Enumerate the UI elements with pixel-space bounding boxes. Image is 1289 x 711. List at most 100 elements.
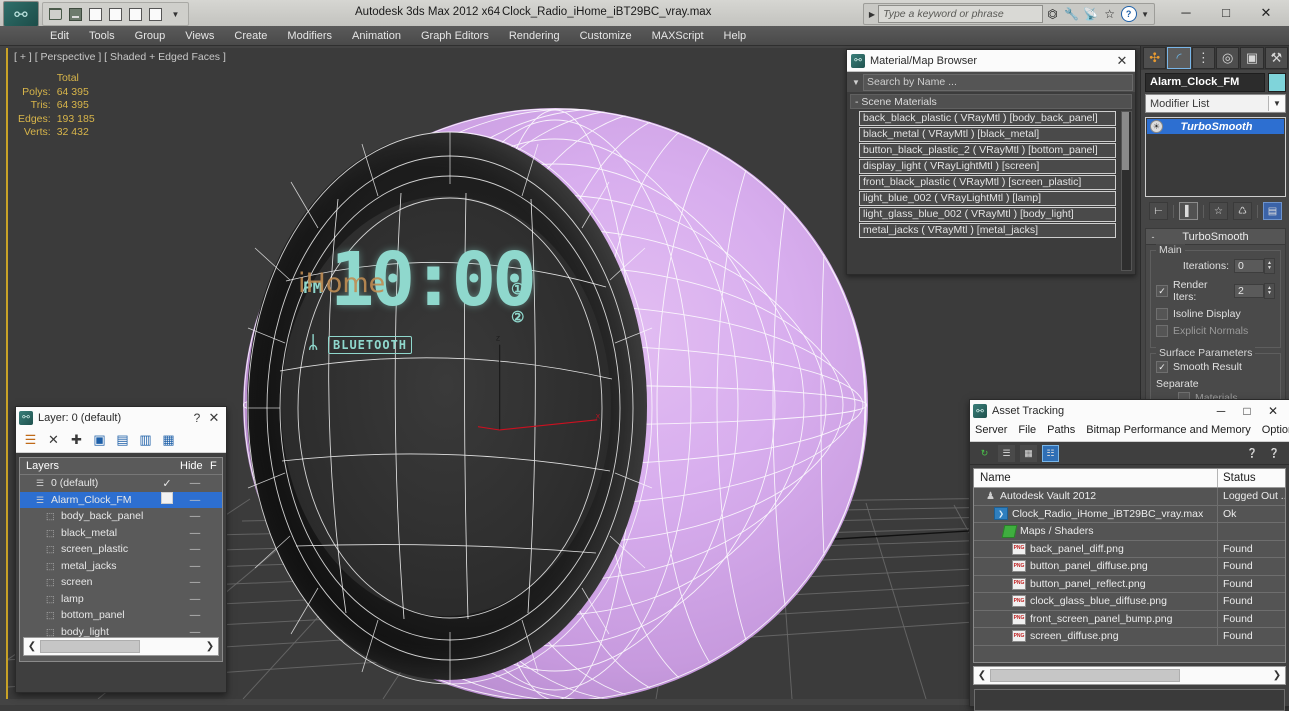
asset-horizontal-scrollbar[interactable]: ❮ ❯: [973, 666, 1286, 685]
make-unique-icon[interactable]: ☆: [1209, 202, 1228, 220]
close-button[interactable]: ✕: [1260, 404, 1286, 418]
viewport-label[interactable]: [ + ] [ Perspective ] [ Shaded + Edged F…: [14, 51, 226, 63]
maximize-button[interactable]: □: [1207, 2, 1245, 23]
show-end-result-icon[interactable]: ▌: [1179, 202, 1198, 220]
layer-row[interactable]: ☰ 0 (default) ✓ —: [20, 475, 222, 492]
layer-dialog-titlebar[interactable]: ⚯ Layer: 0 (default) ? ✕: [16, 407, 226, 428]
menu-item-animation[interactable]: Animation: [342, 26, 411, 46]
object-name-input[interactable]: Alarm_Clock_FM: [1145, 73, 1265, 92]
save-file-button[interactable]: [66, 5, 85, 23]
asset-row[interactable]: Maps / Shaders: [974, 523, 1285, 541]
close-button[interactable]: ✕: [1247, 2, 1285, 23]
layer-horizontal-scrollbar[interactable]: ❮ ❯: [23, 637, 219, 656]
scroll-track[interactable]: [990, 669, 1269, 682]
asset-menu-item-options[interactable]: Options: [1262, 424, 1289, 436]
material-list-item[interactable]: light_glass_blue_002 ( VRayMtl ) [body_l…: [859, 207, 1116, 222]
asset-row[interactable]: ♟ Autodesk Vault 2012 Logged Out ..: [974, 488, 1285, 506]
asset-row[interactable]: PNG screen_diffuse.png Found: [974, 628, 1285, 646]
quick-access-more-button[interactable]: ▼: [166, 5, 185, 23]
isoline-display-row[interactable]: Isoline Display: [1156, 308, 1275, 320]
asset-menu-item-server[interactable]: Server: [975, 424, 1007, 436]
scroll-track[interactable]: [40, 640, 202, 653]
layer-current-cell[interactable]: [154, 492, 180, 507]
binoculars-icon[interactable]: ⏣: [1043, 5, 1062, 23]
highlight-selected-icon[interactable]: ▥: [138, 432, 153, 448]
menu-item-create[interactable]: Create: [224, 26, 277, 46]
app-logo-button[interactable]: ⚯: [3, 1, 39, 27]
modifier-list-dropdown[interactable]: Modifier List ▼: [1145, 94, 1286, 113]
scrollbar-thumb[interactable]: [40, 640, 141, 653]
material-list-item[interactable]: front_black_plastic ( VRayMtl ) [screen_…: [859, 175, 1116, 190]
layer-row[interactable]: ⬚ screen —: [20, 574, 222, 591]
context-help-icon[interactable]: ❔: [1266, 444, 1283, 462]
modifier-stack-item-turbosmooth[interactable]: ☀ TurboSmooth: [1147, 119, 1284, 134]
asset-tracking-titlebar[interactable]: ⚯ Asset Tracking ─ □ ✕: [970, 400, 1289, 422]
render-iters-input[interactable]: 2: [1234, 284, 1264, 298]
scene-materials-group-header[interactable]: - Scene Materials: [850, 94, 1132, 109]
layer-hide-cell[interactable]: —: [180, 576, 210, 588]
undo-button[interactable]: [86, 5, 105, 23]
scroll-left-icon[interactable]: ❮: [974, 670, 990, 681]
help-icon[interactable]: ?: [1119, 5, 1138, 23]
layer-list[interactable]: Layers Hide F ☰ 0 (default) ✓ — ☰ Alarm_Clock…: [19, 457, 223, 662]
menu-item-group[interactable]: Group: [125, 26, 176, 46]
create-new-layer-icon[interactable]: ☰: [23, 432, 38, 448]
asset-row[interactable]: ❯ Clock_Radio_iHome_iBT29BC_vray.max Ok: [974, 505, 1285, 523]
explicit-normals-checkbox[interactable]: [1156, 325, 1168, 337]
material-list-item[interactable]: light_blue_002 ( VRayLightMtl ) [lamp]: [859, 191, 1116, 206]
hierarchy-tab[interactable]: ⋮: [1191, 47, 1215, 69]
menu-item-modifiers[interactable]: Modifiers: [277, 26, 342, 46]
menu-item-customize[interactable]: Customize: [570, 26, 642, 46]
menu-item-rendering[interactable]: Rendering: [499, 26, 570, 46]
search-input[interactable]: Type a keyword or phrase: [878, 5, 1044, 23]
chevron-down-icon[interactable]: ▼: [1268, 96, 1285, 111]
asset-row[interactable]: PNG back_panel_diff.png Found: [974, 540, 1285, 558]
current-layer-checkbox[interactable]: [161, 492, 173, 505]
material-list-item[interactable]: black_metal ( VRayMtl ) [black_metal]: [859, 127, 1116, 142]
select-highlighted-icon[interactable]: ▤: [115, 432, 130, 448]
wrench-icon[interactable]: 🔧: [1062, 5, 1081, 23]
material-list-item[interactable]: display_light ( VRayLightMtl ) [screen]: [859, 159, 1116, 174]
iterations-spinner[interactable]: ▲ ▼: [1264, 258, 1275, 274]
asset-row[interactable]: PNG front_screen_panel_bump.png Found: [974, 610, 1285, 628]
quick-access-extra-button[interactable]: [146, 5, 165, 23]
satellite-dish-icon[interactable]: 📡: [1081, 5, 1100, 23]
layer-hide-cell[interactable]: —: [180, 477, 210, 489]
asset-table[interactable]: Name Status ♟ Autodesk Vault 2012 Logged O…: [973, 468, 1286, 663]
layer-row[interactable]: ⬚ body_back_panel —: [20, 508, 222, 525]
layer-hide-cell[interactable]: —: [180, 494, 210, 506]
layer-hide-cell[interactable]: —: [180, 593, 210, 605]
delete-layer-icon[interactable]: ✕: [46, 432, 61, 448]
smooth-result-checkbox[interactable]: ✓: [1156, 361, 1168, 373]
clock-radio-3d-model[interactable]: PM 10:00 ᛦ BLUETOOTH ① ② iHome Z X: [243, 108, 868, 699]
render-iters-checkbox[interactable]: ✓: [1156, 285, 1168, 297]
maximize-button[interactable]: □: [1234, 404, 1260, 418]
add-selection-icon[interactable]: ✚: [69, 432, 84, 448]
object-color-swatch[interactable]: [1268, 73, 1286, 92]
scrollbar-thumb[interactable]: [1122, 112, 1129, 170]
scroll-left-icon[interactable]: ❮: [24, 641, 40, 652]
hide-unselected-icon[interactable]: ▦: [161, 432, 176, 448]
help-icon[interactable]: ?: [189, 411, 205, 425]
pin-stack-icon[interactable]: ⊢: [1149, 202, 1168, 220]
search-expand-icon[interactable]: ▶: [866, 10, 878, 19]
smooth-result-row[interactable]: ✓ Smooth Result: [1156, 361, 1275, 373]
menu-item-graph-editors[interactable]: Graph Editors: [411, 26, 499, 46]
menu-item-edit[interactable]: Edit: [40, 26, 79, 46]
layer-row[interactable]: ⬚ black_metal —: [20, 525, 222, 542]
refresh-icon[interactable]: ↻: [976, 444, 993, 462]
list-view-icon[interactable]: ☰: [998, 444, 1015, 462]
open-file-button[interactable]: [46, 5, 65, 23]
isoline-display-checkbox[interactable]: [1156, 308, 1168, 320]
layer-hide-cell[interactable]: —: [180, 527, 210, 539]
collapse-icon[interactable]: -: [1146, 232, 1160, 242]
modify-tab[interactable]: ◜: [1167, 47, 1191, 69]
thumbnail-view-icon[interactable]: ▦: [1020, 444, 1037, 462]
modifier-stack[interactable]: ☀ TurboSmooth: [1145, 117, 1286, 197]
select-objects-icon[interactable]: ▣: [92, 432, 107, 448]
close-icon[interactable]: ✕: [205, 410, 223, 426]
menu-item-views[interactable]: Views: [175, 26, 224, 46]
material-list-item[interactable]: back_black_plastic ( VRayMtl ) [body_bac…: [859, 111, 1116, 126]
material-browser-titlebar[interactable]: ⚯ Material/Map Browser ✕: [847, 50, 1135, 72]
remove-modifier-icon[interactable]: ♺: [1233, 202, 1252, 220]
